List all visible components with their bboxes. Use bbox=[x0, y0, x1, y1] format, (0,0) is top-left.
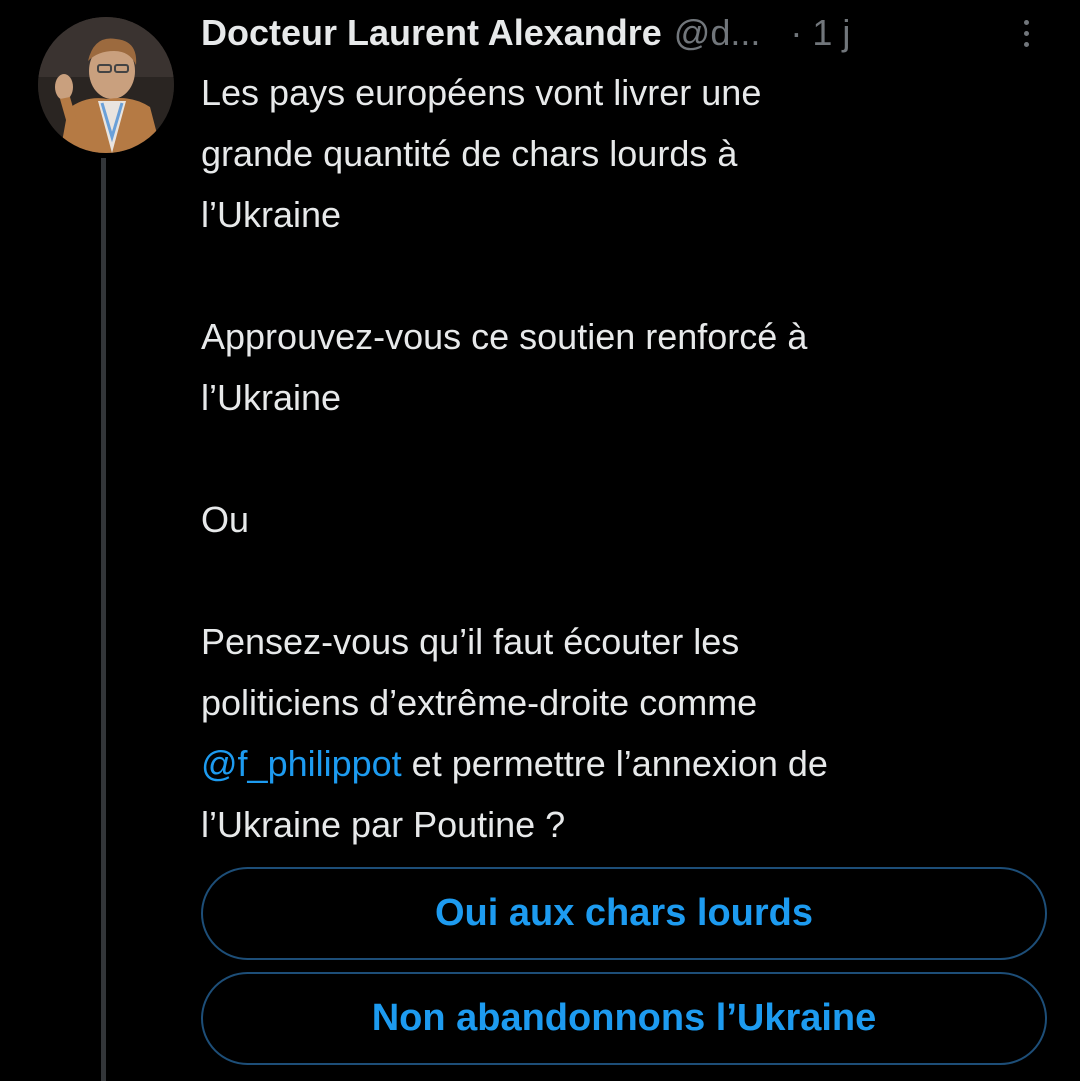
text-line: l’Ukraine bbox=[201, 377, 342, 418]
text-line: Approuvez-vous ce soutien renforcé à bbox=[201, 316, 808, 357]
text-line: l’Ukraine bbox=[201, 194, 342, 235]
thread-connector-line bbox=[101, 158, 106, 1081]
author-handle[interactable]: @d... bbox=[674, 8, 761, 58]
poll-option-yes[interactable]: Oui aux chars lourds bbox=[201, 867, 1047, 960]
tweet-header: Docteur Laurent Alexandre @d... · 1 j bbox=[201, 8, 1051, 58]
separator-dot: · bbox=[790, 12, 803, 53]
tweet[interactable]: Docteur Laurent Alexandre @d... · 1 j Le… bbox=[0, 0, 1080, 1081]
author-display-name[interactable]: Docteur Laurent Alexandre bbox=[201, 8, 662, 58]
poll-option-label: Non abandonnons l’Ukraine bbox=[371, 997, 877, 1039]
avatar[interactable] bbox=[38, 17, 174, 153]
timestamp[interactable]: 1 j bbox=[812, 8, 850, 58]
more-vertical-icon[interactable] bbox=[1016, 20, 1036, 48]
poll-option-label: Oui aux chars lourds bbox=[435, 892, 813, 934]
tweet-text: Les pays européens vont livrer une grand… bbox=[201, 62, 1051, 855]
text-line: Ou bbox=[201, 499, 250, 540]
text-line-with-mention: @f_philippot et permettre l’annexion de bbox=[201, 733, 1051, 794]
poll-option-no[interactable]: Non abandonnons l’Ukraine bbox=[201, 972, 1047, 1065]
text-line: l’Ukraine par Poutine ? bbox=[201, 804, 566, 845]
text-line: Pensez-vous qu’il faut écouter les bbox=[201, 621, 740, 662]
text-line: grande quantité de chars lourds à bbox=[201, 133, 738, 174]
text-line: Les pays européens vont livrer une bbox=[201, 72, 762, 113]
text-line: politiciens d’extrême-droite comme bbox=[201, 682, 758, 723]
text-fragment: et permettre l’annexion de bbox=[401, 743, 828, 784]
profile-photo-avatar bbox=[38, 17, 174, 153]
mention-link[interactable]: @f_philippot bbox=[201, 743, 402, 784]
